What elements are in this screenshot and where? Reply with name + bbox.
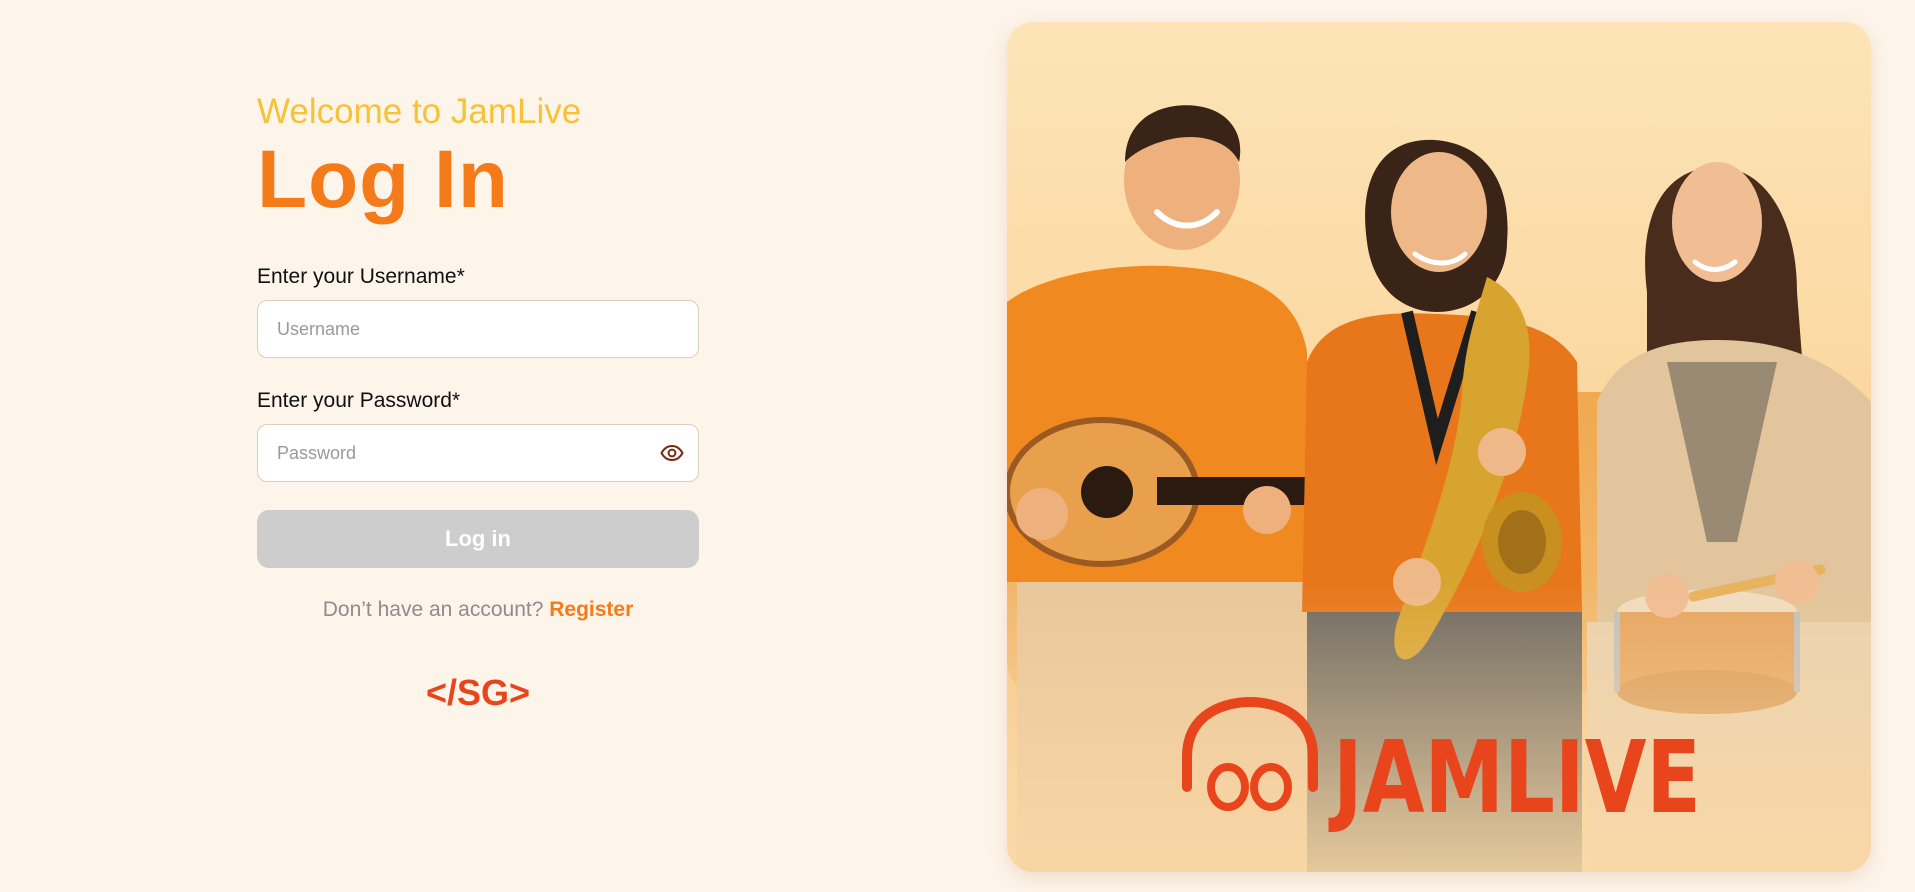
password-field-wrapper (257, 424, 699, 482)
username-field-wrapper (257, 300, 699, 358)
welcome-text: Welcome to JamLive (257, 92, 582, 131)
register-prompt: Don’t have an account? Register (257, 598, 699, 622)
login-button[interactable]: Log in (257, 510, 699, 568)
username-label: Enter your Username* (257, 265, 465, 288)
password-input[interactable] (258, 425, 698, 481)
jamlive-wordmark: JAMLIVE (1328, 719, 1701, 836)
sg-logo: </SG> (257, 672, 699, 717)
password-label: Enter your Password* (257, 389, 461, 412)
sg-logo-graphic: </SG> (426, 672, 530, 713)
login-form: Welcome to JamLive Log In Enter your Use… (257, 90, 699, 717)
no-account-text: Don’t have an account? (322, 598, 544, 621)
page-title: Log In (257, 134, 509, 225)
login-page: Welcome to JamLive Log In Enter your Use… (0, 0, 1915, 892)
musicians-illustration: JAMLIVE (1007, 105, 1871, 872)
eye-icon[interactable] (658, 439, 686, 467)
username-input[interactable] (258, 301, 698, 357)
register-link[interactable]: Register (549, 598, 633, 621)
sg-logo-text: </SG> (426, 672, 530, 712)
eye-icon-graphic (660, 445, 684, 461)
hero-image-card: JAMLIVE (1007, 22, 1871, 872)
